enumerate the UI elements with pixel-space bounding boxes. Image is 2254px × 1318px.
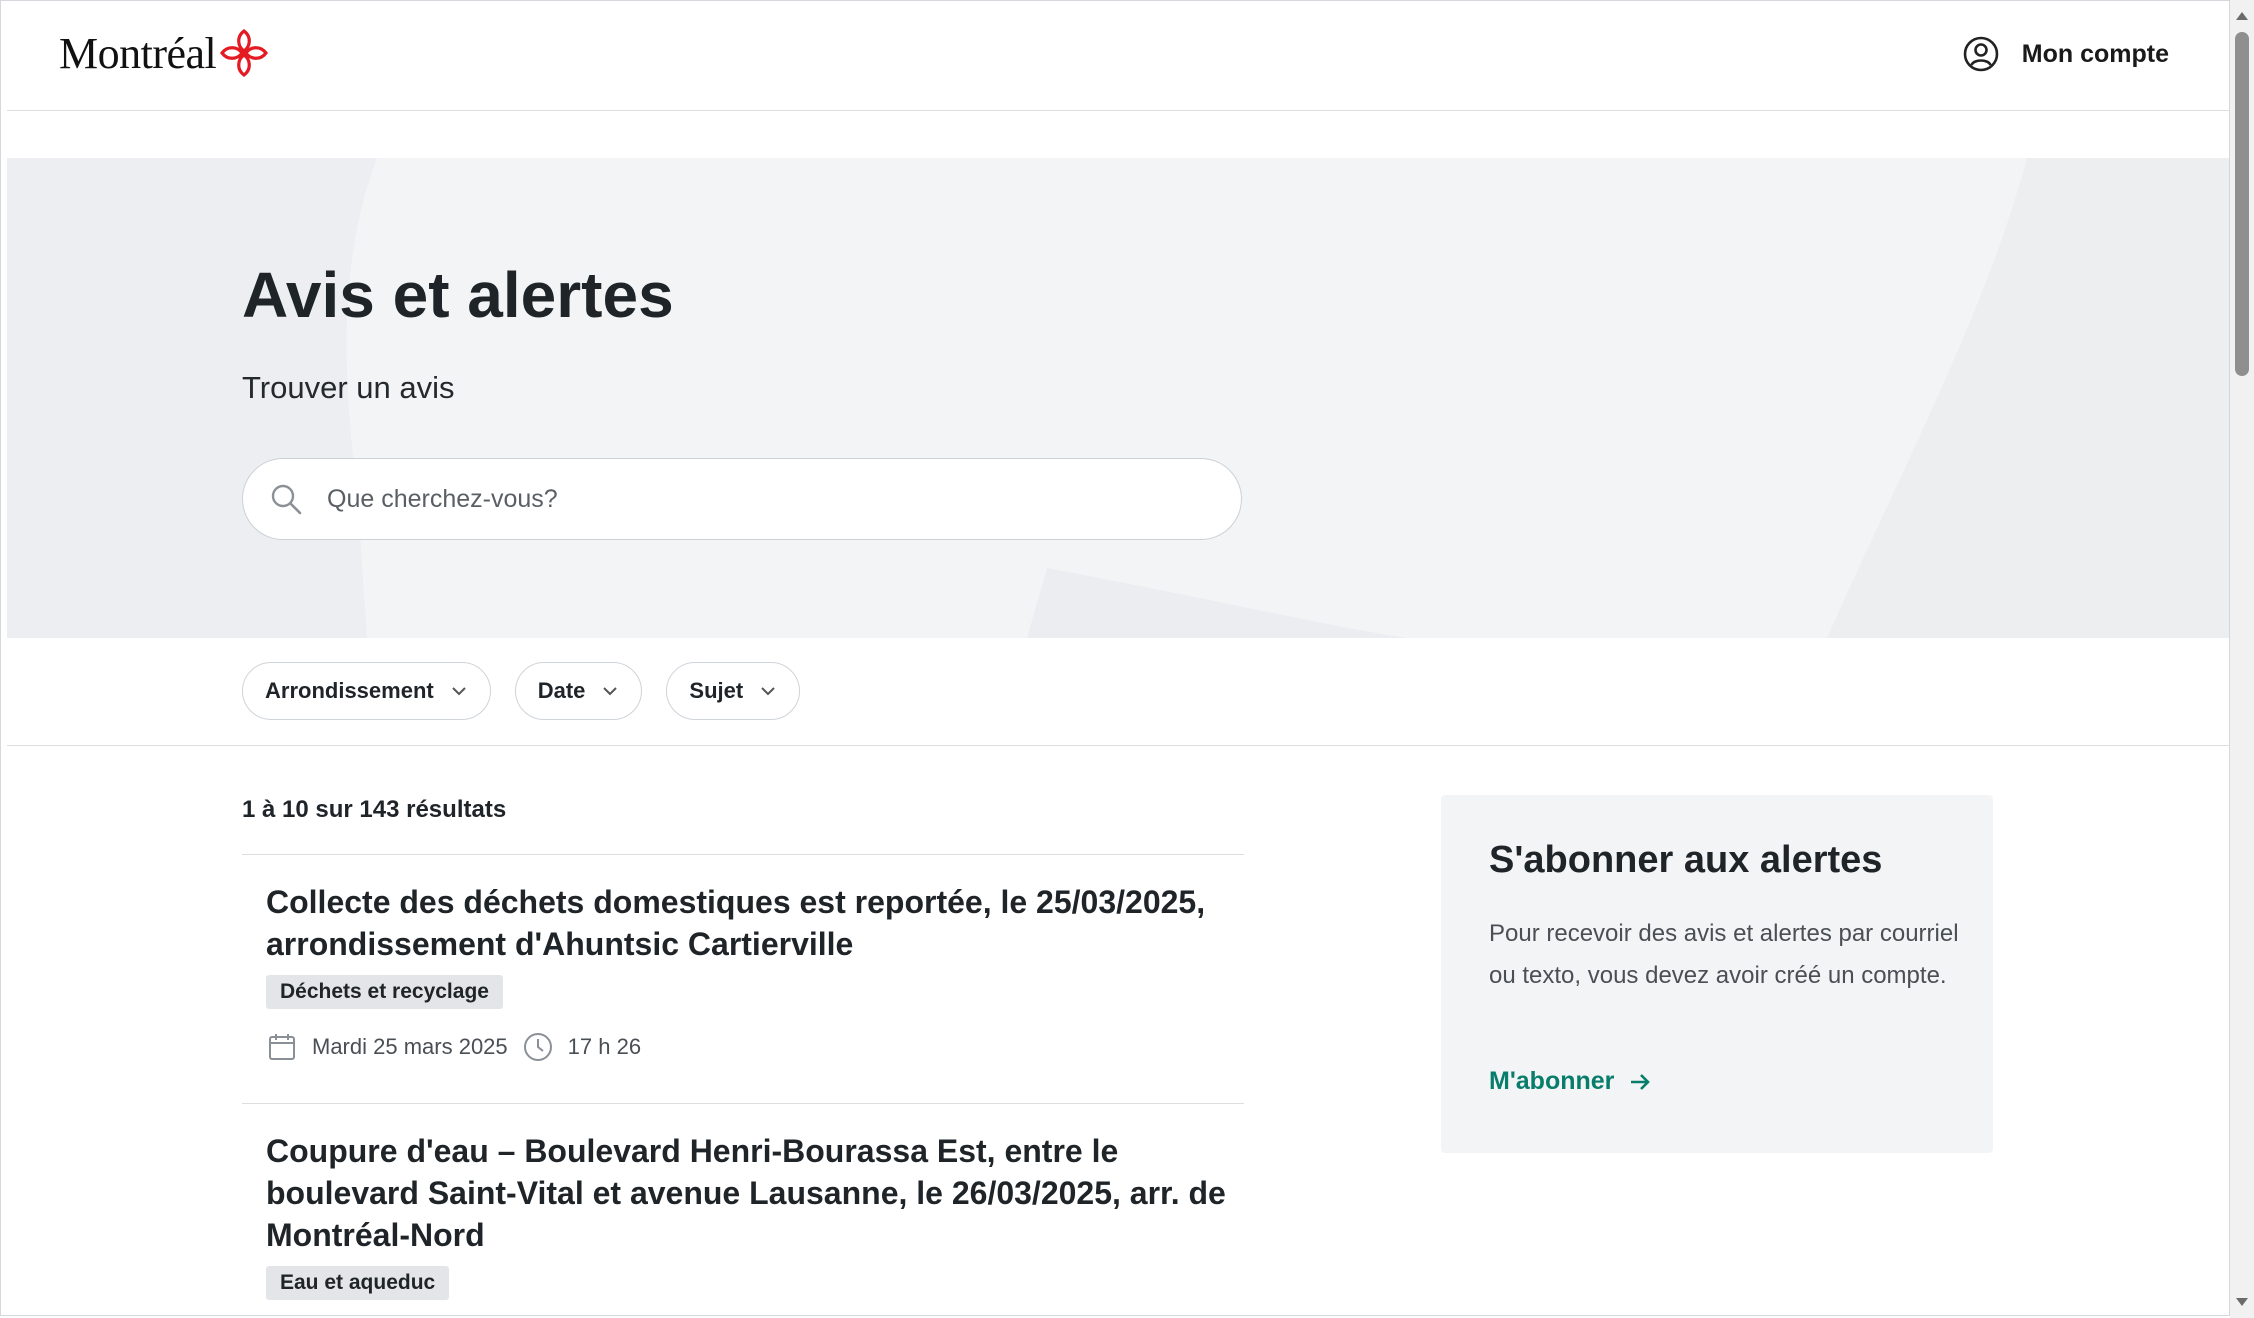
subscribe-text: Pour recevoir des avis et alertes par co… xyxy=(1489,920,1959,989)
hero-banner: Avis et alertes Trouver un avis xyxy=(7,158,2229,638)
result-title-link[interactable]: Collecte des déchets domestiques est rep… xyxy=(266,881,1226,965)
chevron-down-icon xyxy=(603,687,618,696)
page-subtitle: Trouver un avis xyxy=(242,370,455,405)
result-time: 17 h 26 xyxy=(567,1034,642,1059)
account-button[interactable]: Mon compte xyxy=(1962,35,2169,73)
calendar-icon xyxy=(269,1034,295,1060)
subscribe-link-label: M'abonner xyxy=(1489,1067,1615,1095)
category-tag: Eau et aqueduc xyxy=(266,1266,450,1300)
filter-label: Date xyxy=(537,678,586,703)
filter-label: Arrondissement xyxy=(265,678,434,703)
page-title: Avis et alertes xyxy=(242,259,674,331)
browser-viewport: Montréal Mon compte Avis et alertes Trou… xyxy=(0,0,2230,1316)
account-label: Mon compte xyxy=(2021,39,2169,68)
list-item: Coupure d'eau – Boulevard Henri-Bourassa… xyxy=(242,1103,1244,1300)
search-bar[interactable] xyxy=(242,458,1242,540)
subscribe-card: S'abonner aux alertes Pour recevoir des … xyxy=(1441,795,1993,1153)
filter-arrondissement[interactable]: Arrondissement xyxy=(242,662,491,720)
category-tag: Déchets et recyclage xyxy=(266,975,503,1009)
result-title-link[interactable]: Coupure d'eau – Boulevard Henri-Bourassa… xyxy=(266,1130,1226,1256)
subscribe-link[interactable]: M'abonner xyxy=(1489,1067,1652,1096)
clock-icon xyxy=(523,1033,552,1061)
list-item: Collecte des déchets domestiques est rep… xyxy=(242,854,1244,1063)
chevron-down-icon xyxy=(761,687,775,696)
montreal-logo[interactable]: Montréal xyxy=(59,27,270,79)
filter-bar: Arrondissement Date Sujet xyxy=(242,662,801,720)
search-icon xyxy=(271,484,302,515)
divider xyxy=(7,745,2229,746)
chevron-down-icon xyxy=(452,687,466,696)
account-circle-icon xyxy=(1963,36,1999,72)
filter-sujet[interactable]: Sujet xyxy=(666,662,801,720)
vertical-scrollbar[interactable] xyxy=(2230,0,2254,1318)
scroll-up-arrow-icon[interactable] xyxy=(2236,12,2248,20)
filter-label: Sujet xyxy=(689,678,744,703)
site-header: Montréal Mon compte xyxy=(7,1,2229,111)
filter-date[interactable]: Date xyxy=(514,662,643,720)
scroll-down-arrow-icon[interactable] xyxy=(2236,1298,2248,1306)
logo-wordmark: Montréal xyxy=(59,28,217,78)
montreal-rosette-icon xyxy=(220,28,269,78)
scroll-thumb[interactable] xyxy=(2235,32,2249,376)
result-meta: Mardi 25 mars 2025 17 h 26 xyxy=(266,1031,1244,1063)
result-date: Mardi 25 mars 2025 xyxy=(312,1034,508,1059)
arrow-right-icon xyxy=(1631,1073,1651,1090)
search-input[interactable] xyxy=(325,483,1209,515)
results-count: 1 à 10 sur 143 résultats xyxy=(242,796,507,823)
subscribe-title: S'abonner aux alertes xyxy=(1489,839,1883,881)
